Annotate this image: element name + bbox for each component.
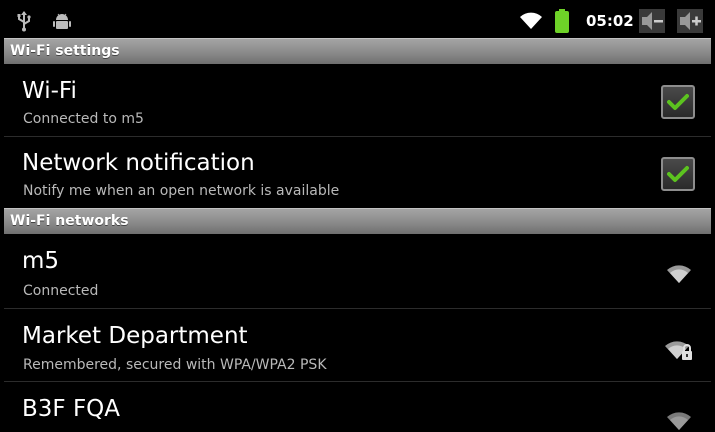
wifi-signal-icon [518, 4, 544, 38]
wifi-signal-icon [667, 265, 691, 283]
section-header-label: Wi-Fi networks [10, 213, 129, 229]
status-time: 05:02 [586, 12, 634, 30]
screen: 05:02 Wi-Fi settings Wi-Fi Connected to … [4, 4, 711, 432]
row-title: Network notification [22, 150, 255, 176]
wifi-signal-icon [667, 412, 691, 430]
usb-icon [14, 4, 34, 38]
wifi-checkbox[interactable] [661, 85, 695, 119]
section-header-label: Wi-Fi settings [10, 43, 120, 59]
network-notification-checkbox[interactable] [661, 157, 695, 191]
volume-up-icon[interactable] [676, 4, 704, 38]
network-name: Market Department [22, 323, 248, 349]
network-status: Remembered, secured with WPA/WPA2 PSK [23, 357, 327, 373]
check-icon [667, 166, 689, 182]
wifi-toggle-row[interactable]: Wi-Fi Connected to m5 [4, 64, 711, 136]
network-item-b3f-fqa[interactable]: B3F FQA [4, 382, 711, 432]
status-bar: 05:02 [4, 4, 711, 38]
volume-down-icon[interactable] [638, 4, 666, 38]
wifi-secured-icon [665, 341, 692, 360]
network-name: B3F FQA [22, 396, 121, 422]
section-header-wifi-settings: Wi-Fi settings [4, 38, 711, 64]
row-summary: Notify me when an open network is availa… [23, 183, 340, 199]
network-name: m5 [22, 248, 60, 274]
check-icon [667, 94, 689, 110]
network-status: Connected [23, 283, 99, 299]
row-title: Wi-Fi [22, 78, 77, 104]
network-item-m5[interactable]: m5 Connected [4, 234, 711, 308]
section-header-wifi-networks: Wi-Fi networks [4, 208, 711, 234]
network-item-market-department[interactable]: Market Department Remembered, secured wi… [4, 309, 711, 381]
battery-icon [554, 4, 570, 38]
row-summary: Connected to m5 [23, 111, 144, 127]
network-notification-row[interactable]: Network notification Notify me when an o… [4, 137, 711, 208]
android-debug-icon [50, 4, 74, 38]
